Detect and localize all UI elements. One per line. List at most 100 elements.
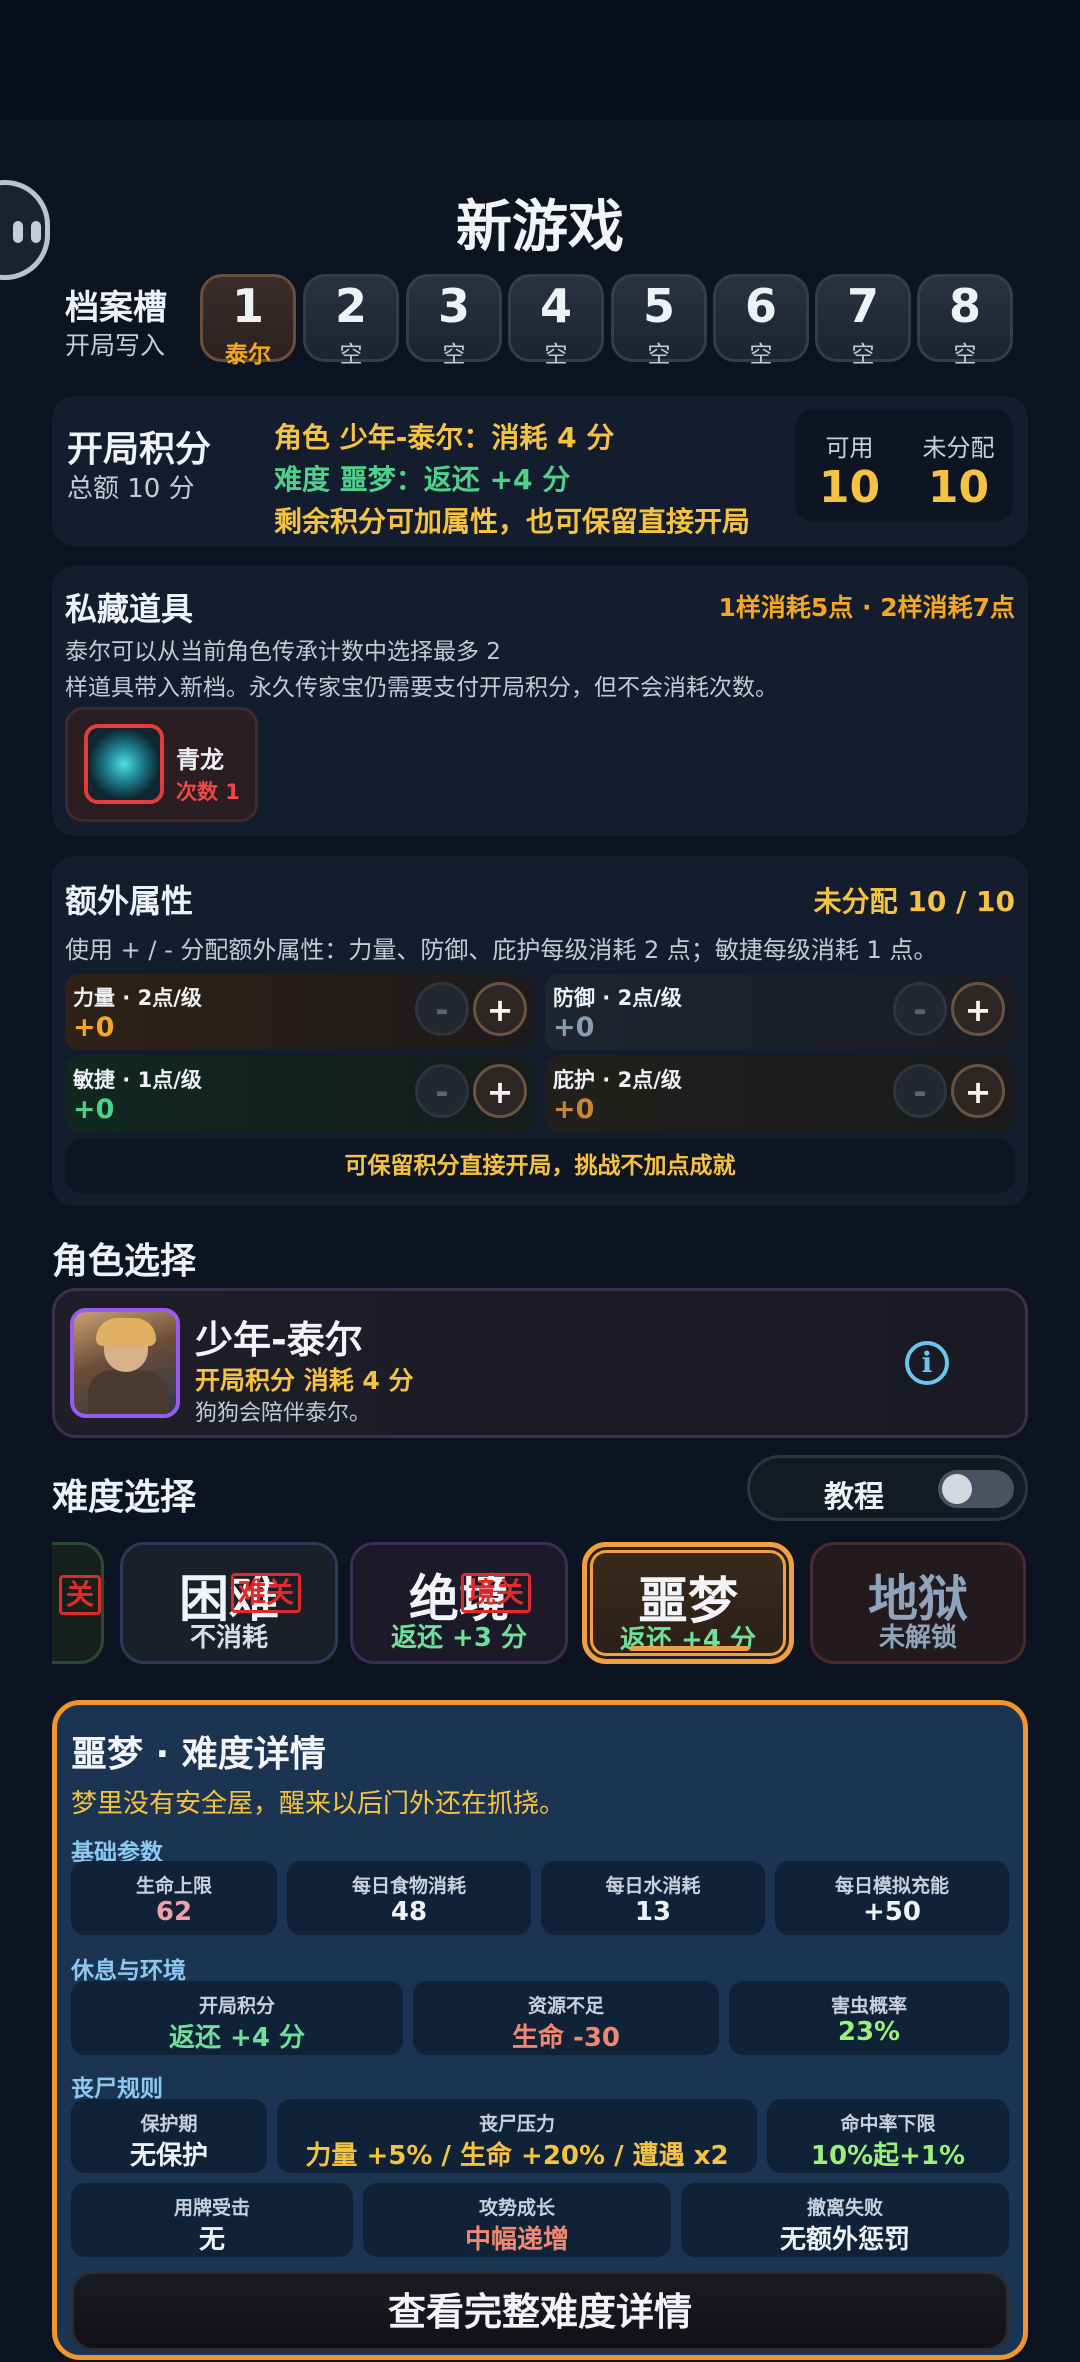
difficulty-card-hell[interactable]: 地狱 未解锁	[810, 1542, 1026, 1664]
stat-value: +50	[863, 1897, 921, 1927]
slot-1[interactable]: 1 泰尔	[200, 274, 296, 368]
slot-3[interactable]: 3 空	[406, 274, 502, 368]
portrait-hair	[96, 1318, 156, 1346]
attr-value: +0	[553, 1094, 595, 1125]
shelter-minus-button[interactable]: -	[893, 1064, 947, 1118]
info-icon[interactable]: i	[905, 1341, 949, 1385]
stat-label: 命中率下限	[840, 2113, 936, 2135]
shelter-plus-button[interactable]: +	[951, 1064, 1005, 1118]
stat-cell: 用牌受击 无	[71, 2183, 353, 2257]
slot-7[interactable]: 7 空	[815, 274, 911, 368]
stat-label: 丧尸压力	[478, 2113, 555, 2135]
tutorial-switch[interactable]	[938, 1470, 1014, 1508]
view-full-details-button[interactable]: 查看完整难度详情	[71, 2271, 1009, 2351]
stat-label: 每日水消耗	[605, 1875, 701, 1897]
attr-name: 防御 · 2点/级	[553, 986, 682, 1010]
stat-value: 生命 -30	[511, 2023, 621, 2053]
slot-2[interactable]: 2 空	[303, 274, 399, 368]
dragon-egg-icon	[84, 724, 164, 804]
slot-owner: 空	[953, 342, 977, 368]
attr-name: 庇护 · 2点/级	[553, 1068, 682, 1092]
character-card[interactable]: 少年-泰尔 开局积分 消耗 4 分 狗狗会陪伴泰尔。	[52, 1288, 1028, 1438]
page-title: 新游戏	[456, 195, 624, 260]
difficulty-cost: 未解锁	[878, 1623, 957, 1653]
agility-plus-button[interactable]: +	[473, 1064, 527, 1118]
difficulty-detail-panel: 噩梦 · 难度详情 梦里没有安全屋，醒来以后门外还在抓挠。 基础参数 生命上限 …	[52, 1700, 1028, 2360]
attrs-unassigned: 未分配 10 / 10	[813, 885, 1015, 918]
locked-stamp: 关	[59, 1575, 102, 1615]
slot-8[interactable]: 8 空	[917, 274, 1013, 368]
detail-desc: 梦里没有安全屋，醒来以后门外还在抓挠。	[71, 1789, 566, 1819]
stat-value: 无额外惩罚	[779, 2225, 910, 2255]
difficulty-card-nightmare[interactable]: 噩梦 返还 +4 分	[582, 1542, 794, 1664]
points-total: 总额 10 分	[67, 474, 195, 504]
stat-cell: 攻势成长 中幅递增	[363, 2183, 671, 2257]
defense-minus-button[interactable]: -	[893, 982, 947, 1036]
slot-number: 8	[948, 279, 981, 333]
stat-cell: 命中率下限 10%起+1%	[767, 2099, 1009, 2173]
stat-label: 害虫概率	[830, 1995, 907, 2017]
strength-plus-button[interactable]: +	[473, 982, 527, 1036]
attrs-desc: 使用 + / - 分配额外属性：力量、防御、庇护每级消耗 2 点；敏捷每级消耗 …	[65, 936, 938, 964]
locked-stamp: 境关	[461, 1573, 532, 1613]
stat-label: 生命上限	[135, 1875, 212, 1897]
difficulty-cost: 不消耗	[189, 1623, 268, 1653]
attrs-title: 额外属性	[65, 882, 194, 920]
attrs-tip: 可保留积分直接开局，挑战不加点成就	[65, 1138, 1015, 1194]
stat-cell: 保护期 无保护	[71, 2099, 267, 2173]
slot-label: 档案槽	[65, 288, 167, 328]
slot-number: 6	[744, 279, 777, 333]
slot-number: 4	[539, 279, 572, 333]
slot-owner: 泰尔	[225, 342, 271, 368]
stat-value: 13	[634, 1897, 672, 1927]
items-desc-line1: 泰尔可以从当前角色传承计数中选择最多 2	[65, 639, 501, 665]
slot-4[interactable]: 4 空	[508, 274, 604, 368]
slot-owner: 空	[339, 342, 363, 368]
stat-value: 中幅递增	[464, 2225, 569, 2255]
difficulty-carousel[interactable]: 关 困难 不消耗 难关 绝境 返还 +3 分 境关 噩梦 返还 +4 分 地狱 …	[52, 1540, 1028, 1668]
stat-cell: 每日食物消耗 48	[287, 1861, 531, 1935]
slot-owner: 空	[851, 342, 875, 368]
agility-minus-button[interactable]: -	[415, 1064, 469, 1118]
points-character-cost: 角色 少年-泰尔：消耗 4 分	[274, 421, 615, 454]
points-difficulty-refund: 难度 噩梦：返还 +4 分	[274, 463, 571, 496]
tutorial-label: 教程	[824, 1480, 884, 1515]
item-count: 次数 1	[176, 780, 240, 804]
stat-cell: 每日模拟充能 +50	[775, 1861, 1009, 1935]
slot-number: 2	[334, 279, 367, 333]
attr-value: +0	[73, 1094, 115, 1125]
difficulty-card-desperate[interactable]: 绝境 返还 +3 分 境关	[350, 1542, 568, 1664]
defense-plus-button[interactable]: +	[951, 982, 1005, 1036]
difficulty-card-normal[interactable]: 关	[52, 1542, 104, 1664]
points-summary: 可用 10 未分配 10	[795, 410, 1013, 522]
difficulty-card-hard[interactable]: 困难 不消耗 难关	[120, 1542, 338, 1664]
stat-label: 每日食物消耗	[351, 1875, 466, 1897]
locked-stamp: 难关	[231, 1573, 302, 1613]
selected-indicator	[629, 1646, 749, 1651]
slot-5[interactable]: 5 空	[611, 274, 707, 368]
stat-value: 无保护	[129, 2141, 208, 2171]
detail-section-rest: 休息与环境	[71, 1958, 186, 1984]
stat-label: 保护期	[140, 2113, 198, 2135]
slot-number: 1	[231, 279, 264, 333]
item-card-qinglong[interactable]: 青龙 次数 1	[65, 707, 258, 822]
items-desc-line2: 样道具带入新档。永久传家宝仍需要支付开局积分，但不会消耗次数。	[65, 675, 778, 701]
slot-owner: 空	[749, 342, 773, 368]
stat-label: 资源不足	[527, 1995, 604, 2017]
character-portrait	[70, 1308, 180, 1418]
slot-owner: 空	[647, 342, 671, 368]
stat-cell: 撤离失败 无额外惩罚	[681, 2183, 1009, 2257]
slot-6[interactable]: 6 空	[713, 274, 809, 368]
tutorial-toggle[interactable]: 教程	[747, 1455, 1028, 1521]
character-desc: 狗狗会陪伴泰尔。	[195, 1401, 372, 1426]
stat-label: 攻势成长	[478, 2197, 555, 2219]
available-label: 可用	[825, 434, 874, 462]
character-cost: 开局积分 消耗 4 分	[195, 1366, 414, 1395]
stat-value: 10%起+1%	[810, 2141, 966, 2171]
stat-label: 每日模拟充能	[834, 1875, 949, 1897]
slot-number: 7	[846, 279, 879, 333]
stat-value: 23%	[837, 2017, 901, 2047]
stat-label: 撤离失败	[806, 2197, 883, 2219]
attr-strength: 力量 · 2点/级 +0 - +	[65, 974, 535, 1050]
strength-minus-button[interactable]: -	[415, 982, 469, 1036]
